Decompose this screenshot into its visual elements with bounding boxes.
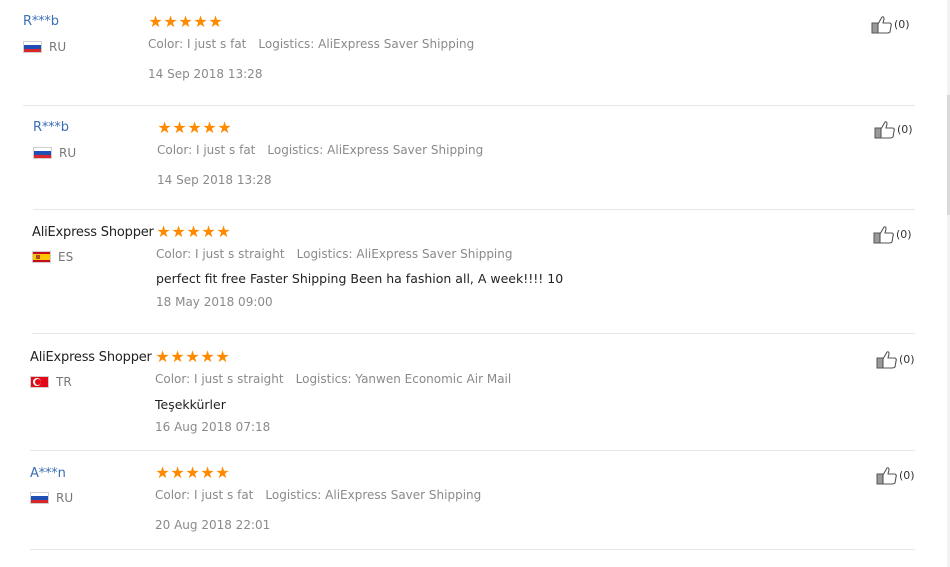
- reviewer-name[interactable]: A***n: [30, 466, 66, 481]
- reviewer-country: ES: [32, 250, 73, 264]
- star-rating: ★ ★ ★ ★ ★: [148, 12, 223, 31]
- star-icon: ★: [200, 463, 215, 482]
- star-icon: ★: [217, 118, 232, 137]
- helpful-count: (0): [896, 228, 912, 241]
- review-date: 18 May 2018 09:00: [156, 295, 273, 309]
- reviewer-name: AliExpress Shopper: [30, 350, 152, 365]
- order-info: Color: I just s straight Logistics: AliEx…: [156, 247, 513, 261]
- helpful-button[interactable]: (0): [876, 466, 915, 485]
- star-rating: ★ ★ ★ ★ ★: [155, 463, 230, 482]
- reviewer-name[interactable]: R***b: [23, 14, 59, 29]
- order-color: Color: I just s fat: [155, 488, 254, 502]
- reviewer-country: RU: [30, 491, 73, 505]
- review-date: 14 Sep 2018 13:28: [157, 173, 272, 187]
- reviewer-name: AliExpress Shopper: [32, 225, 154, 240]
- review-text: Teşekkürler: [155, 397, 226, 412]
- helpful-button[interactable]: (0): [874, 120, 913, 139]
- order-logistics: Logistics: AliExpress Saver Shipping: [258, 37, 475, 51]
- review-date: 14 Sep 2018 13:28: [148, 67, 263, 81]
- thumbs-up-icon[interactable]: [871, 15, 894, 34]
- star-icon: ★: [185, 463, 200, 482]
- review-divider: [32, 333, 915, 334]
- order-logistics: Logistics: AliExpress Saver Shipping: [296, 247, 513, 261]
- thumbs-up-icon[interactable]: [874, 120, 897, 139]
- thumbs-up-icon[interactable]: [876, 350, 899, 369]
- country-code: RU: [56, 491, 74, 505]
- star-icon: ★: [171, 222, 186, 241]
- reviewer-country: RU: [23, 40, 66, 54]
- order-logistics: Logistics: AliExpress Saver Shipping: [265, 488, 482, 502]
- country-code: TR: [56, 375, 72, 389]
- country-flag-icon: [30, 376, 49, 388]
- helpful-count: (0): [894, 18, 910, 31]
- star-icon: ★: [170, 463, 185, 482]
- star-icon: ★: [178, 12, 193, 31]
- star-icon: ★: [208, 12, 223, 31]
- star-rating: ★ ★ ★ ★ ★: [157, 118, 232, 137]
- country-code: ES: [58, 250, 74, 264]
- thumbs-up-icon[interactable]: [876, 466, 899, 485]
- star-icon: ★: [200, 347, 215, 366]
- country-flag-icon: [30, 492, 49, 504]
- star-icon: ★: [155, 347, 170, 366]
- star-icon: ★: [156, 222, 171, 241]
- star-icon: ★: [148, 12, 163, 31]
- reviewer-name[interactable]: R***b: [33, 120, 69, 135]
- helpful-count: (0): [899, 469, 915, 482]
- order-info: Color: I just s fat Logistics: AliExpress…: [148, 37, 474, 51]
- review-date: 20 Aug 2018 22:01: [155, 518, 271, 532]
- order-info: Color: I just s straight Logistics: Yanwe…: [155, 372, 511, 386]
- star-icon: ★: [193, 12, 208, 31]
- order-info: Color: I just s fat Logistics: AliExpress…: [155, 488, 481, 502]
- helpful-count: (0): [897, 123, 913, 136]
- order-color: Color: I just s straight: [156, 247, 285, 261]
- helpful-button[interactable]: (0): [876, 350, 915, 369]
- star-icon: ★: [202, 118, 217, 137]
- star-rating: ★ ★ ★ ★ ★: [156, 222, 231, 241]
- review-divider: [23, 105, 915, 106]
- star-icon: ★: [215, 463, 230, 482]
- reviewer-country: TR: [30, 375, 72, 389]
- helpful-button[interactable]: (0): [873, 225, 912, 244]
- review-divider: [30, 549, 915, 550]
- review-divider: [33, 209, 915, 210]
- star-icon: ★: [201, 222, 216, 241]
- order-logistics: Logistics: AliExpress Saver Shipping: [267, 143, 484, 157]
- thumbs-up-icon[interactable]: [873, 225, 896, 244]
- review-date: 16 Aug 2018 07:18: [155, 420, 271, 434]
- star-icon: ★: [216, 222, 231, 241]
- country-code: RU: [49, 40, 67, 54]
- star-icon: ★: [187, 118, 202, 137]
- star-rating: ★ ★ ★ ★ ★: [155, 347, 230, 366]
- star-icon: ★: [157, 118, 172, 137]
- reviewer-country: RU: [33, 146, 76, 160]
- order-info: Color: I just s fat Logistics: AliExpress…: [157, 143, 483, 157]
- star-icon: ★: [155, 463, 170, 482]
- star-icon: ★: [170, 347, 185, 366]
- country-flag-icon: [33, 147, 52, 159]
- order-color: Color: I just s straight: [155, 372, 284, 386]
- country-code: RU: [59, 146, 77, 160]
- order-color: Color: I just s fat: [157, 143, 256, 157]
- review-text: perfect fit free Faster Shipping Been ha…: [156, 271, 564, 286]
- country-flag-icon: [23, 41, 42, 53]
- order-logistics: Logistics: Yanwen Economic Air Mail: [295, 372, 512, 386]
- review-divider: [30, 450, 915, 451]
- country-flag-icon: [32, 251, 51, 263]
- helpful-button[interactable]: (0): [871, 15, 910, 34]
- star-icon: ★: [172, 118, 187, 137]
- order-color: Color: I just s fat: [148, 37, 247, 51]
- star-icon: ★: [185, 347, 200, 366]
- star-icon: ★: [215, 347, 230, 366]
- helpful-count: (0): [899, 353, 915, 366]
- star-icon: ★: [186, 222, 201, 241]
- star-icon: ★: [163, 12, 178, 31]
